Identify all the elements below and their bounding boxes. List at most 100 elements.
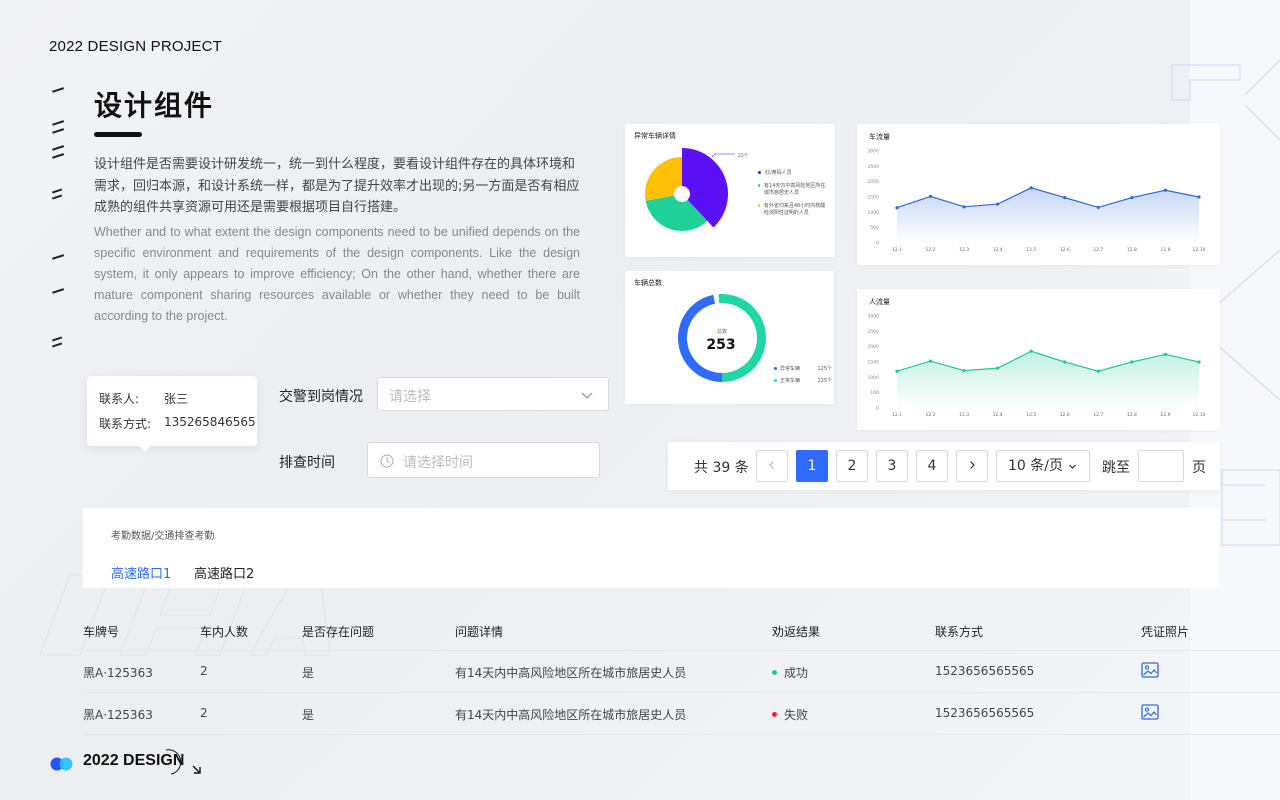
cell-result: 失败 <box>772 706 808 723</box>
y-tick-label: 3000 <box>868 149 880 155</box>
page-size-select[interactable]: 10 条/页 <box>996 450 1090 482</box>
cell-phone: 1523656565565 <box>935 664 1035 678</box>
y-tick-label: 1000 <box>868 210 880 216</box>
data-point <box>1130 360 1134 364</box>
section-title: 设计组件 <box>94 89 215 122</box>
x-tick-label: 12.2 <box>926 247 936 253</box>
phone-value: 135265846565 <box>164 415 256 429</box>
column-header-plate: 车牌号 <box>83 625 120 639</box>
data-point <box>1197 195 1201 199</box>
data-point <box>895 369 899 373</box>
column-header-phone: 联系方式 <box>935 625 984 639</box>
cell-plate: 黑A·125363 <box>83 708 153 722</box>
area-fill <box>897 187 1199 243</box>
column-header-result: 劝返结果 <box>772 625 821 639</box>
police-status-placeholder: 请选择 <box>389 389 431 405</box>
cell-detail: 有14天内中高风险地区所在城市旅居史人员 <box>455 666 687 680</box>
cell-count: 2 <box>200 706 208 720</box>
cell-problem: 是 <box>302 666 315 680</box>
people-flow-card: 人流量 0 100 1000 1500 2000 2500 3000 12.1 12.2 12.3… <box>857 289 1220 430</box>
brand-logo-icon <box>49 756 75 775</box>
next-page-button[interactable] <box>956 450 988 482</box>
cell-plate: 黑A·125363 <box>83 666 153 680</box>
total-count: 共 39 条 <box>694 460 749 476</box>
phone-label: 联系方式: <box>99 417 152 431</box>
jump-page-input[interactable] <box>1138 450 1184 482</box>
cell-problem: 是 <box>302 708 315 722</box>
data-point <box>1096 205 1100 210</box>
donut-center-value: 253 <box>706 337 735 353</box>
x-tick-label: 12.7 <box>1093 412 1103 418</box>
column-header-photo: 凭证照片 <box>1141 625 1190 639</box>
x-tick-label: 12.2 <box>926 412 936 418</box>
data-point <box>962 205 966 209</box>
x-tick-label: 12.3 <box>959 247 969 253</box>
cell-result: 成功 <box>772 664 808 681</box>
x-tick-label: 12.3 <box>959 412 969 418</box>
x-tick-label: 12.8 <box>1127 247 1137 253</box>
data-point <box>1130 196 1134 200</box>
x-tick-label: 12.9 <box>1160 247 1170 253</box>
chevron-left-icon <box>769 461 774 469</box>
area-fill <box>897 351 1199 408</box>
page-button-4[interactable]: 4 <box>916 450 948 482</box>
x-tick-label: 12.1 <box>892 412 902 418</box>
column-header-problem: 是否存在问题 <box>302 625 375 639</box>
cell-count: 2 <box>200 664 208 678</box>
legend-item: 正常车辆 125个 <box>774 378 832 385</box>
column-header-detail: 问题详情 <box>455 625 504 639</box>
data-point <box>996 366 1000 370</box>
page-button-2[interactable]: 2 <box>836 450 868 482</box>
page-unit-label: 页 <box>1192 460 1206 476</box>
y-tick-label: 1000 <box>868 375 880 381</box>
row-divider <box>83 734 1280 735</box>
x-tick-label: 12.8 <box>1127 412 1137 418</box>
success-status-dot <box>772 670 777 675</box>
photo-icon[interactable] <box>1141 704 1159 723</box>
data-point <box>1063 360 1067 364</box>
page-size-value: 10 条/页 <box>1008 458 1063 474</box>
contact-value: 张三 <box>164 392 189 406</box>
pagination: 共 39 条 1 2 3 4 10 条/页 跳至 页 <box>668 442 1220 490</box>
description-chinese: 设计组件是否需要设计研发统一，统一到什么程度，要看设计组件存在的具体环境和需求，… <box>94 157 580 215</box>
y-tick-label: 2500 <box>868 329 880 335</box>
y-tick-label: 0 <box>876 241 879 247</box>
y-tick-label: 2500 <box>868 164 880 170</box>
row-divider <box>83 650 1280 651</box>
data-point <box>928 359 933 363</box>
jump-label: 跳至 <box>1102 460 1130 476</box>
page-button-3[interactable]: 3 <box>876 450 908 482</box>
tab-highway-2[interactable]: 高速路口2 <box>194 563 254 582</box>
prev-page-button[interactable] <box>756 450 788 482</box>
data-point <box>895 206 899 210</box>
x-tick-label: 12.6 <box>1060 412 1070 418</box>
people-line-chart: 0 100 1000 1500 2000 2500 3000 12.1 12.2 12.3 12.4… <box>868 314 1206 419</box>
description-english: Whether and to what extent the design co… <box>94 225 580 323</box>
legend-item: 有外省归来且48小时内核酸检测阴性证明的人员 <box>758 203 830 217</box>
check-time-label: 排查时间 <box>279 455 335 471</box>
x-tick-label: 12.7 <box>1093 247 1103 253</box>
column-header-count: 车内人数 <box>200 625 249 639</box>
attendance-panel: 考勤数据/交通排查考勤 高速路口1 高速路口2 <box>83 508 1219 588</box>
police-status-select[interactable]: 请选择 <box>377 377 609 411</box>
cell-detail: 有14天内中高风险地区所在城市旅居史人员 <box>455 708 687 722</box>
contact-label: 联系人: <box>99 392 140 406</box>
x-tick-label: 12.5 <box>1026 247 1036 253</box>
page-button-1[interactable]: 1 <box>796 450 828 482</box>
donut-center-label: 总数 <box>717 328 727 335</box>
data-point <box>1029 186 1033 190</box>
abnormal-legend: 红/黄码人员 有14天内中高风险地区所在城市旅居史人员 有外省归来且48小时内核… <box>758 170 830 217</box>
pie-slice <box>645 157 682 201</box>
x-tick-label: 12.6 <box>1060 247 1070 253</box>
legend-item: 有14天内中高风险地区所在城市旅居史人员 <box>758 183 830 197</box>
tab-highway-1[interactable]: 高速路口1 <box>111 563 171 582</box>
photo-icon[interactable] <box>1141 662 1159 681</box>
y-tick-label: 100 <box>870 390 879 396</box>
x-tick-label: 12.9 <box>1160 412 1170 418</box>
project-title: 2022 DESIGN PROJECT <box>49 38 223 55</box>
check-time-picker[interactable]: 请选择时间 <box>367 442 600 478</box>
row-divider <box>83 692 1280 693</box>
y-tick-label: 2000 <box>868 179 880 185</box>
abnormal-vehicle-card: 异常车辆详情 25个 红/黄码人员 有14天内中高风险地区所在城市旅居史人员 有… <box>625 124 835 257</box>
title-underline <box>94 132 142 137</box>
